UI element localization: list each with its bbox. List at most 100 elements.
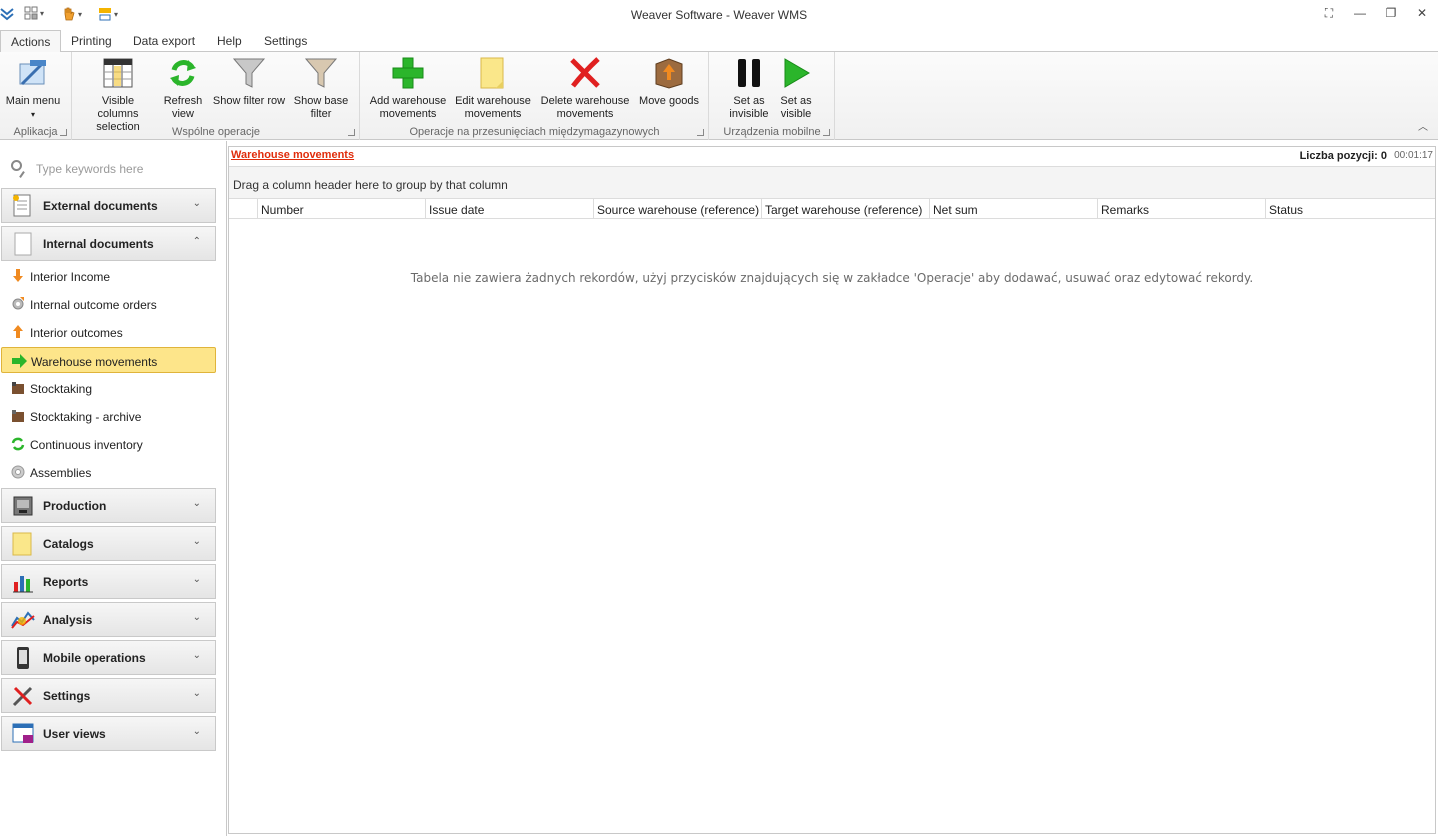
ribbon-tabs: Actions Printing Data export Help Settin… [0, 30, 1438, 53]
show-filter-row-button[interactable]: Show filter row [211, 56, 287, 108]
column-header-issue-date[interactable]: Issue date [425, 199, 593, 219]
nav-group-label: Mobile operations [43, 651, 146, 665]
view-title[interactable]: Warehouse movements [231, 149, 354, 161]
nav-item-stocktaking[interactable]: Stocktaking [1, 375, 216, 401]
group-by-panel[interactable]: Drag a column header here to group by th… [229, 166, 1435, 199]
chevron-down-icon: ⌄ [192, 574, 201, 585]
fullscreen-button[interactable]: ⛶ [1320, 6, 1338, 24]
nav-item-interior-income[interactable]: Interior Income [1, 263, 216, 289]
show-base-filter-label-1: Show base [293, 95, 349, 107]
column-header-remarks[interactable]: Remarks [1097, 199, 1265, 219]
nav-group-catalogs[interactable]: Catalogs ⌄ [1, 526, 216, 561]
chevron-up-icon: ︿ [1418, 122, 1428, 133]
nav-group-settings[interactable]: Settings ⌄ [1, 678, 216, 713]
note-icon [11, 532, 35, 556]
move-goods-label: Move goods [639, 95, 699, 107]
main-menu-button[interactable]: Main menu ▾ [4, 56, 62, 121]
nav-item-internal-outcome-orders[interactable]: Internal outcome orders [1, 291, 216, 317]
gear-icon [11, 465, 25, 479]
collapse-ribbon-button[interactable]: ︿ [1418, 118, 1428, 133]
delete-x-icon [568, 56, 602, 90]
edit-warehouse-movements-button[interactable]: Edit warehouse movements [453, 56, 533, 121]
tab-settings[interactable]: Settings [254, 30, 317, 52]
nav-group-label: Production [43, 499, 107, 513]
refresh-view-button[interactable]: Refresh view [161, 56, 205, 121]
record-count: Liczba pozycji: 0 [1299, 150, 1387, 162]
chevron-down-icon: ⌄ [192, 198, 201, 209]
box-icon [11, 381, 25, 395]
nav-group-label: Settings [43, 689, 91, 703]
window-title: Weaver Software - Weaver WMS [630, 8, 808, 22]
empty-grid-message: Tabela nie zawiera żadnych rekordów, uży… [410, 271, 1254, 285]
tab-printing[interactable]: Printing [61, 30, 122, 52]
search-input[interactable]: Type keywords here [36, 162, 143, 176]
nav-item-assemblies[interactable]: Assemblies [1, 459, 216, 485]
set-as-visible-button[interactable]: Set as visible [776, 56, 816, 121]
visible-columns-button[interactable]: Visible columns selection [81, 56, 155, 134]
nav-group-analysis[interactable]: Analysis ⌄ [1, 602, 216, 637]
column-header-target-warehouse[interactable]: Target warehouse (reference) [761, 199, 929, 219]
dialog-launcher-icon[interactable] [348, 129, 355, 136]
table-columns-icon [101, 56, 135, 90]
nav-item-label: Interior outcomes [30, 326, 123, 340]
show-base-filter-button[interactable]: Show base filter [291, 56, 351, 121]
ribbon-group-mobilne: Set as invisible Set as visible Urządzen… [710, 52, 835, 140]
add-warehouse-movements-button[interactable]: Add warehouse movements [367, 56, 449, 121]
minimize-button[interactable]: — [1351, 6, 1369, 24]
nav-group-external-documents[interactable]: External documents ⌄ [1, 188, 216, 223]
show-base-filter-label-2: filter [310, 108, 332, 120]
column-header-status[interactable]: Status [1265, 199, 1435, 219]
nav-item-label: Interior Income [30, 270, 111, 284]
column-header-number[interactable]: Number [257, 199, 425, 219]
tab-help[interactable]: Help [207, 30, 252, 52]
nav-item-label: Warehouse movements [31, 355, 158, 369]
chevron-down-icon: ⌄ [192, 536, 201, 547]
delete-warehouse-movements-button[interactable]: Delete warehouse movements [539, 56, 631, 121]
ribbon-group-wspolne: Visible columns selection Refresh view S… [73, 52, 360, 140]
tab-actions[interactable]: Actions [0, 30, 62, 53]
search-box[interactable]: Type keywords here [8, 157, 208, 179]
dialog-launcher-icon[interactable] [697, 129, 704, 136]
nav-group-reports[interactable]: Reports ⌄ [1, 564, 216, 599]
nav-item-continuous-inventory[interactable]: Continuous inventory [1, 431, 216, 457]
column-header-net-sum[interactable]: Net sum [929, 199, 1097, 219]
arrow-up-icon [11, 325, 25, 339]
nav-item-stocktaking-archive[interactable]: Stocktaking - archive [1, 403, 216, 429]
nav-group-production[interactable]: Production ⌄ [1, 488, 216, 523]
set-as-invisible-button[interactable]: Set as invisible [726, 56, 772, 121]
refresh-label-2: view [171, 108, 194, 120]
box-upload-icon [652, 56, 686, 90]
nav-group-user-views[interactable]: User views ⌄ [1, 716, 216, 751]
move-goods-button[interactable]: Move goods [637, 56, 701, 108]
nav-item-interior-outcomes[interactable]: Interior outcomes [1, 319, 216, 345]
document-icon [11, 194, 35, 218]
restore-button[interactable]: ❐ [1382, 6, 1400, 24]
group-by-hint: Drag a column header here to group by th… [233, 178, 508, 192]
group-label: Wspólne operacje [171, 126, 261, 138]
minimize-icon: — [1354, 6, 1366, 20]
edit-movements-label-1: Edit warehouse [455, 95, 531, 107]
ribbon: Main menu ▾ Aplikacja Visible columns se… [0, 52, 1438, 140]
close-button[interactable]: ✕ [1413, 6, 1431, 24]
dialog-launcher-icon[interactable] [823, 129, 830, 136]
nav-item-label: Stocktaking - archive [30, 410, 142, 424]
tab-data-export[interactable]: Data export [123, 30, 205, 52]
search-icon [11, 160, 22, 171]
navigation-sidebar: Type keywords here External documents ⌄ … [0, 141, 227, 836]
nav-item-warehouse-movements[interactable]: Warehouse movements [1, 347, 216, 373]
chevron-down-icon: ⌄ [192, 650, 201, 661]
base-filter-icon [304, 56, 338, 90]
set-invisible-label-1: Set as [733, 95, 765, 107]
group-label: Operacje na przesunięciach międzymagazyn… [409, 126, 660, 138]
arrow-right-icon [12, 354, 27, 368]
nav-group-internal-documents[interactable]: Internal documents ⌃ [1, 226, 216, 261]
dialog-launcher-icon[interactable] [60, 129, 67, 136]
main-menu-arrow: ▾ [30, 110, 35, 119]
column-header-source-warehouse[interactable]: Source warehouse (reference) [593, 199, 761, 219]
phone-icon [11, 646, 35, 670]
nav-group-label: User views [43, 727, 106, 741]
nav-group-label: Analysis [43, 613, 93, 627]
filter-icon [232, 56, 266, 90]
nav-group-mobile-operations[interactable]: Mobile operations ⌄ [1, 640, 216, 675]
nav-group-label: Catalogs [43, 537, 94, 551]
